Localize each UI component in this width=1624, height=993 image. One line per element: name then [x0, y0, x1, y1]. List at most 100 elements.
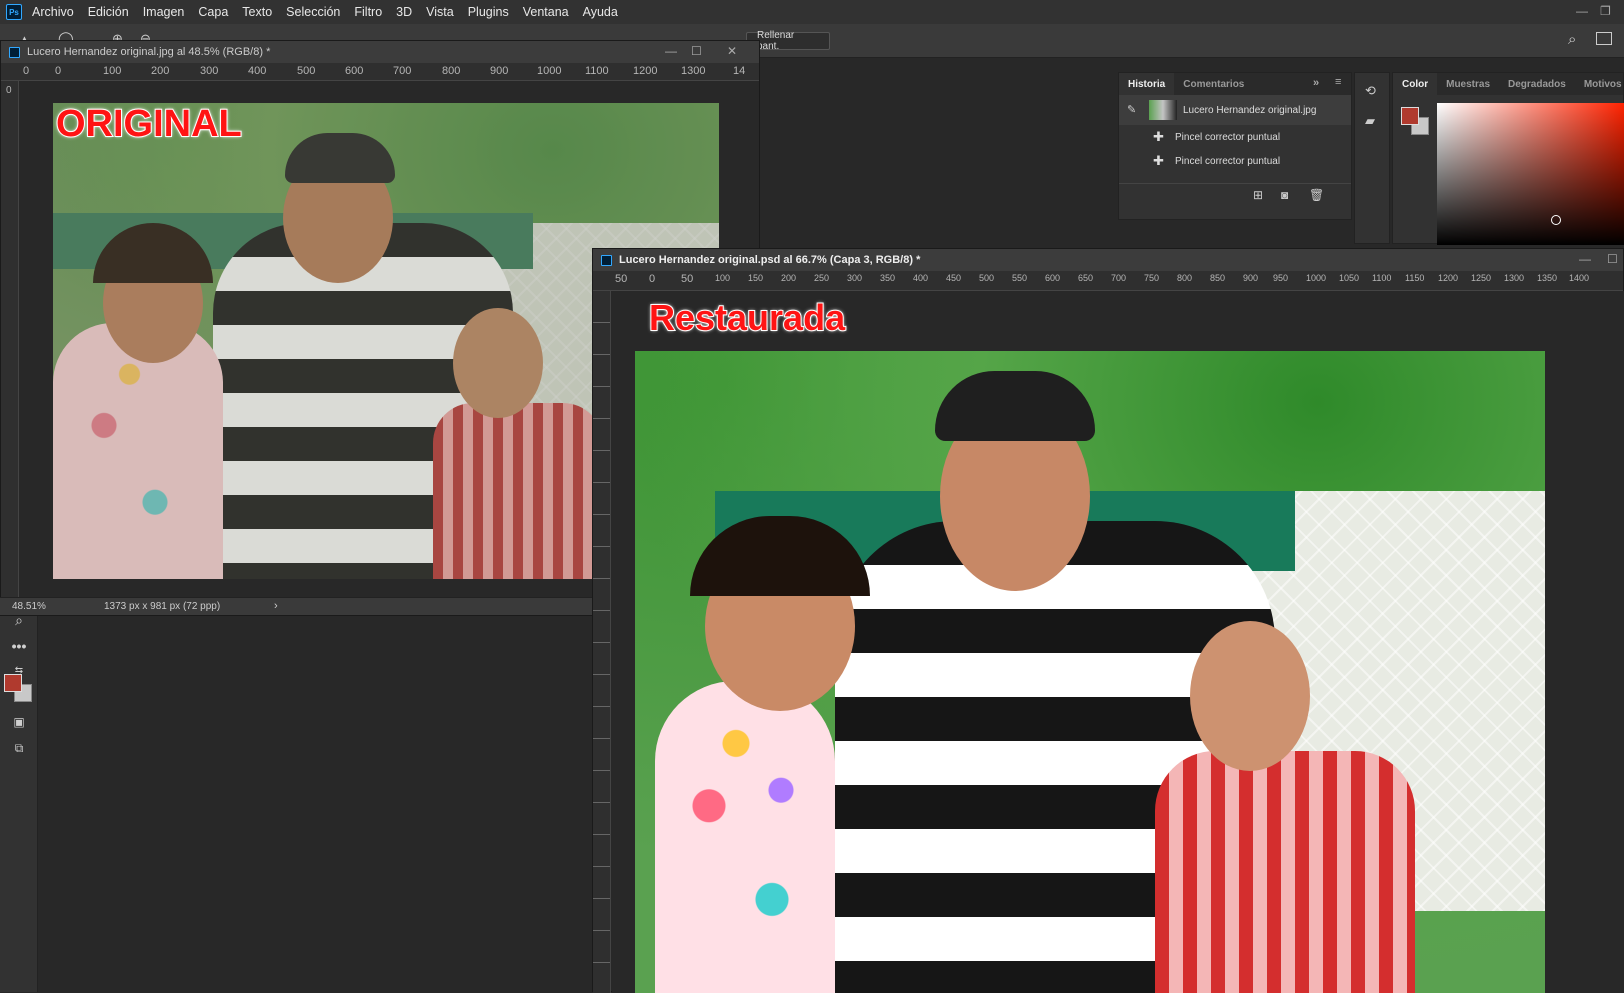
history-step[interactable]: ✚ Pincel corrector puntual [1119, 149, 1351, 173]
menu-seleccion[interactable]: Selección [286, 5, 340, 19]
ruler-tick-label: 1200 [633, 65, 658, 77]
tab-muestras[interactable]: Muestras [1437, 73, 1499, 95]
ruler-tick-label: 650 [1078, 273, 1094, 283]
trash-icon[interactable]: 🗑 [1309, 188, 1324, 202]
tab-color[interactable]: Color [1393, 73, 1438, 95]
foreground-color-swatch[interactable] [1401, 107, 1419, 125]
menu-texto[interactable]: Texto [242, 5, 272, 19]
menu-imagen[interactable]: Imagen [143, 5, 185, 19]
workspace-icon[interactable] [1596, 32, 1612, 45]
snapshot-label: Lucero Hernandez original.jpg [1183, 104, 1317, 116]
menu-ventana[interactable]: Ventana [523, 5, 569, 19]
tab-historia[interactable]: Historia [1119, 73, 1175, 95]
foreground-color-swatch[interactable] [4, 674, 22, 692]
photoshop-logo: Ps [6, 4, 22, 20]
menu-archivo[interactable]: Archivo [32, 5, 74, 19]
menu-3d[interactable]: 3D [396, 5, 412, 19]
ruler-tick-label: 1100 [1372, 273, 1392, 283]
restore-icon[interactable]: ❐ [1600, 4, 1611, 18]
vertical-ruler: 0 [1, 81, 19, 599]
camera-icon[interactable]: ◙ [1281, 188, 1288, 202]
panel-menu-icon[interactable]: ≡ [1335, 76, 1341, 88]
color-picker-field[interactable] [1437, 103, 1624, 245]
ruler-tick-label: 1300 [1504, 273, 1525, 283]
ruler-tick-label: 300 [200, 65, 219, 77]
restored-label: Restaurada [648, 296, 846, 339]
menu-ayuda[interactable]: Ayuda [583, 5, 618, 19]
maximize-icon[interactable]: ☐ [691, 44, 702, 58]
ruler-tick-label: 500 [979, 273, 995, 283]
horizontal-ruler: 50 0 50 100 150 200 250 300 350 400 450 … [593, 271, 1623, 291]
ruler-tick-label: 1300 [681, 65, 706, 77]
zoom-level[interactable]: 48.51% [12, 601, 46, 612]
more-tools-icon[interactable]: ••• [7, 636, 31, 656]
ruler-tick-label: 300 [847, 273, 863, 283]
ruler-tick-label: 100 [103, 65, 122, 77]
history-step[interactable]: ✚ Pincel corrector puntual [1119, 125, 1351, 149]
ruler-tick-label: 1200 [1438, 273, 1459, 283]
expand-icon[interactable]: » [1313, 77, 1319, 89]
history-panel: Historia Comentarios » ≡ ✎ Lucero Hernan… [1118, 72, 1352, 220]
ruler-tick-label: 100 [715, 273, 731, 283]
document-info[interactable]: 1373 px x 981 px (72 ppp) [104, 601, 220, 612]
minimize-icon[interactable]: — [1576, 4, 1588, 18]
color-picker-cursor[interactable] [1551, 215, 1561, 225]
color-panel: Color Muestras Degradados Motivos [1392, 72, 1624, 245]
menu-capa[interactable]: Capa [198, 5, 228, 19]
canvas-restored[interactable]: Restaurada [612, 291, 1624, 993]
healing-brush-icon: ✚ [1153, 153, 1164, 168]
ruler-tick-label: 150 [748, 273, 764, 283]
tab-motivos[interactable]: Motivos [1575, 73, 1624, 95]
menu-vista[interactable]: Vista [426, 5, 454, 19]
document-tab-original[interactable]: Lucero Hernandez original.jpg al 48.5% (… [1, 41, 759, 63]
ruler-tick-label: 800 [442, 65, 461, 77]
ruler-tick-label: 1250 [1471, 273, 1492, 283]
menu-filtro[interactable]: Filtro [354, 5, 382, 19]
ruler-tick-label: 550 [1012, 273, 1028, 283]
menu-edicion[interactable]: Edición [88, 5, 129, 19]
ruler-tick-label: 500 [297, 65, 316, 77]
close-icon[interactable]: ✕ [727, 44, 737, 58]
document-tab-restored[interactable]: Lucero Hernandez original.psd al 66.7% (… [593, 249, 1623, 271]
document-icon [601, 254, 612, 266]
menu-plugins[interactable]: Plugins [468, 5, 509, 19]
status-bar: 48.51% 1373 px x 981 px (72 ppp) › [0, 597, 594, 615]
history-icon[interactable]: ⟲ [1365, 83, 1376, 99]
ruler-tick-label: 0 [649, 273, 656, 285]
ruler-tick-label: 200 [781, 273, 797, 283]
chevron-right-icon[interactable]: › [274, 600, 278, 612]
ruler-tick-label: 200 [151, 65, 170, 77]
ruler-tick-label: 900 [490, 65, 509, 77]
ruler-tick-label: 350 [880, 273, 896, 283]
maximize-icon[interactable]: ☐ [1607, 252, 1618, 266]
screen-mode-icon[interactable]: ⧉ [7, 738, 31, 758]
document-title: Lucero Hernandez original.psd al 66.7% (… [619, 254, 921, 266]
ruler-tick-label: 850 [1210, 273, 1226, 283]
ruler-tick-label: 950 [1273, 273, 1289, 283]
ruler-tick-label: 400 [913, 273, 929, 283]
tab-comentarios[interactable]: Comentarios [1174, 73, 1253, 95]
tab-degradados[interactable]: Degradados [1499, 73, 1575, 95]
minimize-icon[interactable]: — [1579, 252, 1591, 266]
ruler-tick-label: 50 [681, 273, 694, 285]
history-brush-icon: ✎ [1127, 104, 1137, 116]
ruler-tick-label: 1000 [537, 65, 562, 77]
photo-restored [635, 351, 1545, 993]
ruler-tick-label: 0 [6, 85, 12, 96]
ruler-tick-label: 1350 [1537, 273, 1558, 283]
search-icon[interactable]: ⌕ [1568, 31, 1576, 48]
ruler-tick-label: 750 [1144, 273, 1160, 283]
panel-icon-strip: ⟲ ▰ [1354, 72, 1390, 244]
new-document-icon[interactable]: ⊞ [1253, 188, 1263, 202]
original-label: ORIGINAL [55, 102, 243, 146]
history-snapshot[interactable]: ✎ Lucero Hernandez original.jpg [1119, 95, 1351, 125]
ruler-tick-label: 450 [946, 273, 962, 283]
ruler-tick-label: 0 [23, 65, 30, 77]
ruler-tick-label: 700 [393, 65, 412, 77]
comment-icon[interactable]: ▰ [1365, 113, 1375, 129]
document-title: Lucero Hernandez original.jpg al 48.5% (… [27, 46, 271, 58]
ruler-tick-label: 1000 [1306, 273, 1327, 283]
quick-mask-icon[interactable]: ▣ [7, 712, 31, 732]
minimize-icon[interactable]: — [665, 44, 677, 58]
ruler-tick-label: 1050 [1339, 273, 1360, 283]
